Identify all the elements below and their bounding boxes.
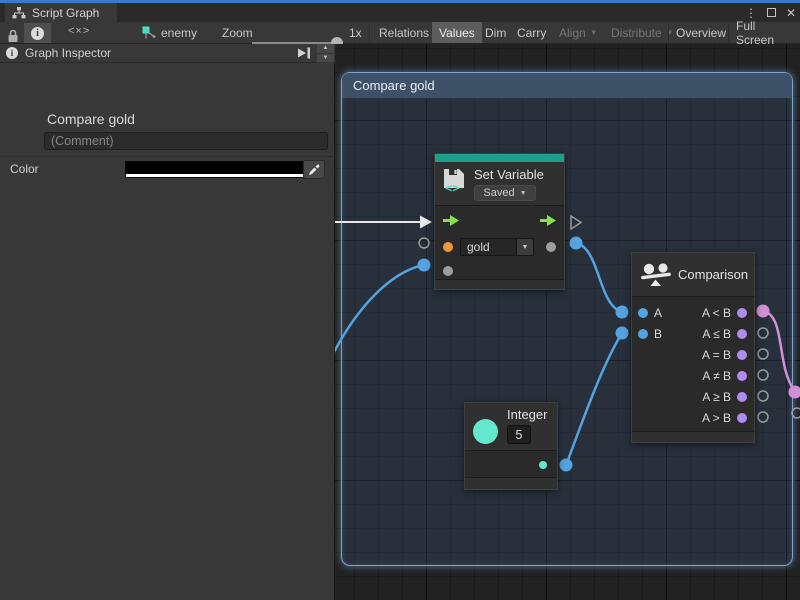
tab-title: Script Graph <box>32 6 99 20</box>
alpha-strip <box>126 174 304 177</box>
node-footer <box>632 431 754 442</box>
output-port[interactable] <box>737 413 747 423</box>
values-button[interactable]: Values <box>432 22 482 43</box>
input-b-port[interactable] <box>638 329 648 339</box>
dock-panel-icon[interactable] <box>295 46 313 60</box>
graph-toolbar: i <×> enemy Zoom 1x Relations Values Dim… <box>0 22 800 44</box>
comparison-row: A = B <box>632 344 754 365</box>
zoom-value: 1x <box>349 22 362 43</box>
flow-in-port[interactable] <box>442 214 460 227</box>
unity-script-graph-window: Script Graph ⋮ ✕ i <×> enemy <box>0 0 800 600</box>
tab-script-graph[interactable]: Script Graph <box>5 3 117 22</box>
comparison-row: A A < B <box>632 302 754 323</box>
window-maximize-icon[interactable] <box>767 8 776 17</box>
window-close-icon[interactable]: ✕ <box>786 6 796 20</box>
eyedropper-icon <box>308 163 321 176</box>
save-variable-icon: <> <box>441 167 467 194</box>
input-a-port[interactable] <box>638 308 648 318</box>
graph-breadcrumb[interactable]: enemy <box>142 22 197 43</box>
carry-button[interactable]: Carry <box>510 22 553 43</box>
comparison-row: A ≥ B <box>632 386 754 407</box>
toolbar-separator <box>369 24 370 42</box>
align-dropdown-button[interactable]: Align ▼ <box>552 22 605 43</box>
info-icon: i <box>6 47 18 59</box>
dropdown-arrow-icon: ▼ <box>517 238 534 256</box>
group-header[interactable]: Compare gold <box>342 73 792 98</box>
output-port[interactable] <box>737 308 747 318</box>
variable-name-port[interactable] <box>443 242 453 252</box>
flow-out-port[interactable] <box>539 214 557 227</box>
integer-value-input[interactable]: 5 <box>507 425 531 444</box>
overview-button[interactable]: Overview <box>669 22 733 43</box>
window-menu-icon[interactable]: ⋮ <box>745 6 757 20</box>
output-port[interactable] <box>737 329 747 339</box>
color-label: Color <box>10 162 39 176</box>
output-label: A = B <box>702 348 731 362</box>
dropdown-arrow-icon: ▼ <box>520 190 527 197</box>
output-port[interactable] <box>737 371 747 381</box>
graph-inspector-panel: i Graph Inspector ▲ ▼ Compare gold Color <box>0 44 335 600</box>
dim-button[interactable]: Dim <box>478 22 513 43</box>
node-footer <box>435 279 564 289</box>
relations-button[interactable]: Relations <box>372 22 436 43</box>
node-title: Set Variable <box>474 167 544 182</box>
fullscreen-button[interactable]: Full Screen <box>729 22 800 43</box>
align-label: Align <box>559 26 586 40</box>
unconnected-port-ring[interactable] <box>792 408 800 418</box>
comparison-row: A > B <box>632 407 754 428</box>
graph-hierarchy-icon <box>12 7 26 19</box>
group-title: Compare gold <box>353 78 435 93</box>
value-in-port[interactable] <box>443 266 453 276</box>
comment-input[interactable] <box>44 132 328 150</box>
scope-value: Saved <box>483 187 514 199</box>
output-label: A < B <box>702 306 731 320</box>
integer-type-icon <box>473 419 498 444</box>
value-out-port[interactable] <box>546 242 556 252</box>
titlebar: Script Graph ⋮ ✕ <box>0 3 800 22</box>
comparison-row: A ≠ B <box>632 365 754 386</box>
inspector-toggle-button[interactable]: i <box>24 23 51 43</box>
output-port[interactable] <box>737 350 747 360</box>
zoom-label: Zoom <box>222 22 253 43</box>
panel-scroll-arrows[interactable]: ▲ ▼ <box>317 44 334 63</box>
node-category-accent <box>435 154 564 162</box>
variable-name-dropdown[interactable]: gold ▼ <box>460 238 534 256</box>
node-footer <box>465 477 557 489</box>
graph-inspector-header: i Graph Inspector ▲ ▼ <box>0 44 335 63</box>
node-comparison[interactable]: Comparison A A < B B A ≤ B A = B A ≠ B <box>631 252 755 443</box>
scroll-up-icon[interactable]: ▲ <box>317 44 334 54</box>
node-integer[interactable]: Integer 5 <box>464 402 558 490</box>
code-preview-icon[interactable]: <×> <box>68 25 90 37</box>
input-b-label: B <box>654 327 662 341</box>
svg-text:<>: <> <box>445 181 459 194</box>
graph-node-icon <box>142 26 156 40</box>
divider <box>0 156 335 157</box>
output-label: A ≥ B <box>702 390 731 404</box>
variable-name-value: gold <box>460 238 517 256</box>
color-field[interactable] <box>125 161 305 178</box>
output-label: A ≠ B <box>702 369 731 383</box>
dropdown-arrow-icon: ▼ <box>590 28 598 37</box>
graph-name: enemy <box>161 26 197 40</box>
graph-canvas[interactable]: Compare gold <box>335 44 800 600</box>
output-label: A ≤ B <box>702 327 731 341</box>
distribute-label: Distribute <box>611 26 662 40</box>
eyedropper-button[interactable] <box>303 160 325 179</box>
node-set-variable[interactable]: <> Set Variable Saved ▼ <box>434 153 565 290</box>
info-icon: i <box>31 27 44 40</box>
comparison-scale-icon <box>641 262 671 288</box>
input-a-label: A <box>654 306 662 320</box>
output-label: A > B <box>702 411 731 425</box>
graph-inspector-title: Graph Inspector <box>25 46 111 60</box>
scroll-down-icon[interactable]: ▼ <box>317 54 334 64</box>
lock-icon[interactable] <box>7 25 19 46</box>
integer-out-port[interactable] <box>539 461 547 469</box>
variable-scope-dropdown[interactable]: Saved ▼ <box>474 185 536 201</box>
node-title: Comparison <box>678 267 748 282</box>
inspected-graph-title: Compare gold <box>47 111 135 127</box>
node-title: Integer <box>507 407 547 422</box>
output-port[interactable] <box>737 392 747 402</box>
comparison-row: B A ≤ B <box>632 323 754 344</box>
